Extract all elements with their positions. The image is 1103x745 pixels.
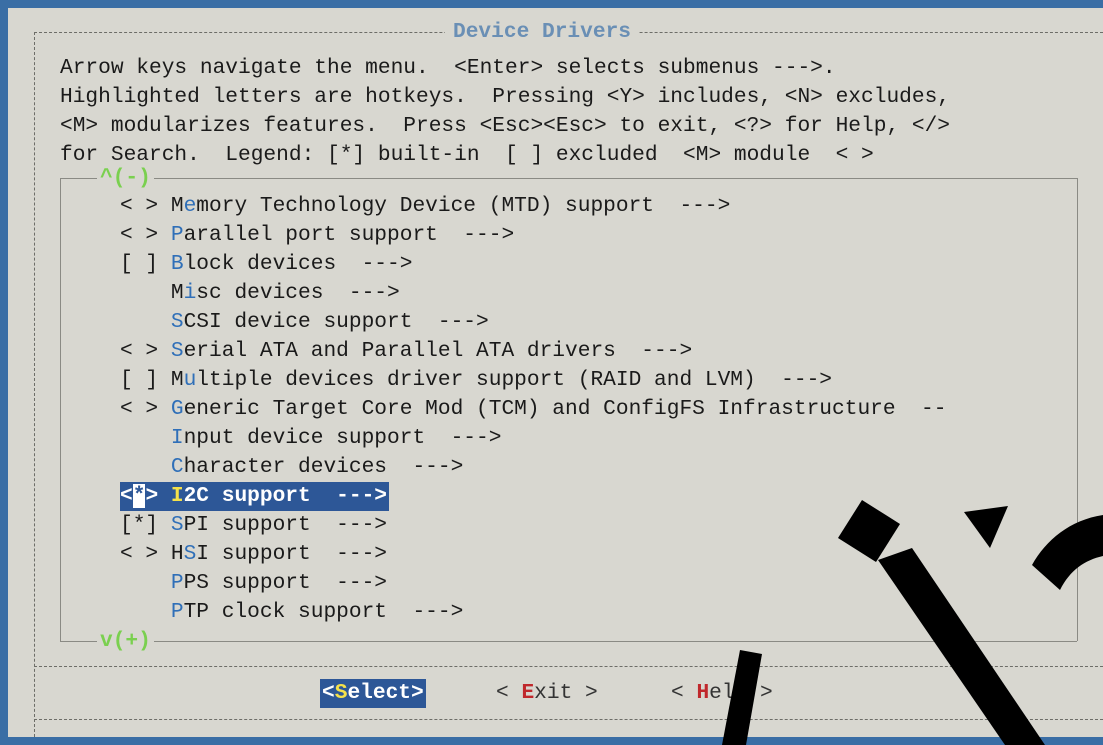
hotkey-letter: S [170,339,184,363]
menu-item-misc-devices[interactable]: Misc devices ---> [120,279,400,308]
menu-item-i2c-support[interactable]: <*> I2C support ---> [120,482,390,511]
menu-item-character-devices[interactable]: Character devices ---> [120,453,463,482]
menu-item-ptp-clock[interactable]: PTP clock support ---> [120,598,463,627]
menu-list: < > Memory Technology Device (MTD) suppo… [8,8,1103,737]
hotkey-letter: S [183,542,197,566]
hotkey-letter: P [170,571,184,595]
menu-item-block-devices[interactable]: [ ] Block devices ---> [120,250,412,279]
hotkey-letter: i [183,281,197,305]
hotkey-letter: I [170,484,184,508]
hotkey-letter: e [183,194,197,218]
hotkey-letter: I [170,426,184,450]
menu-item-hsi-support[interactable]: < > HSI support ---> [120,540,387,569]
scroll-down-indicator[interactable]: v(+) [97,629,154,653]
scroll-up-indicator[interactable]: ^(-) [97,166,154,190]
selection-cursor: * [132,484,146,508]
hotkey-letter: S [170,513,184,537]
menu-item-input-device[interactable]: Input device support ---> [120,424,502,453]
menu-item-pps-support[interactable]: PPS support ---> [120,569,387,598]
menu-item-serial-ata[interactable]: < > Serial ATA and Parallel ATA drivers … [120,337,692,366]
terminal-screen: Device Drivers Arrow keys navigate the m… [8,8,1103,737]
hotkey-letter: P [170,223,184,247]
dialog-title: Device Drivers [445,20,640,44]
hotkey-letter: S [170,310,184,334]
menu-item-spi-support[interactable]: [*] SPI support ---> [120,511,387,540]
button-area-top-divider [34,666,1103,667]
hotkey-letter: E [521,681,535,705]
dialog-bottom-border [34,719,1103,720]
hotkey-letter: S [334,681,348,705]
hotkey-letter: u [183,368,197,392]
select-button[interactable]: <Select> [320,679,426,708]
menu-item-multiple-devices[interactable]: [ ] Multiple devices driver support (RAI… [120,366,832,395]
hotkey-letter: H [696,681,710,705]
hotkey-letter: B [170,252,184,276]
hotkey-letter: C [170,455,184,479]
hotkey-letter: P [170,600,184,624]
hotkey-letter: G [170,397,184,421]
menu-item-mtd[interactable]: < > Memory Technology Device (MTD) suppo… [120,192,730,221]
menu-item-parallel-port[interactable]: < > Parallel port support ---> [120,221,514,250]
help-button[interactable]: < Help > [671,679,773,708]
menu-item-scsi[interactable]: SCSI device support ---> [120,308,489,337]
exit-button[interactable]: < Exit > [496,679,598,708]
menu-item-tcm[interactable]: < > Generic Target Core Mod (TCM) and Co… [120,395,946,424]
